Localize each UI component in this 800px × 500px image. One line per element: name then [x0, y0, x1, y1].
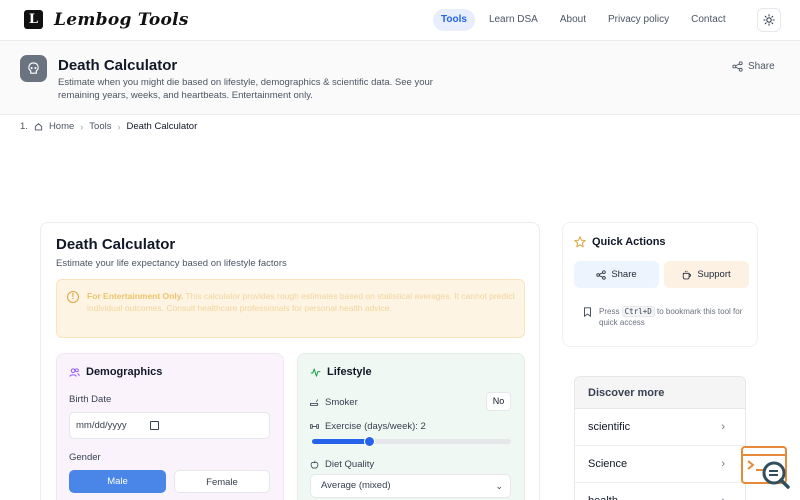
demographics-title: Demographics	[69, 366, 162, 378]
nav-link-contact[interactable]: Contact	[683, 9, 733, 31]
exercise-label: Exercise (days/week): 2	[325, 421, 426, 432]
activity-icon	[310, 368, 321, 377]
discover-item-health[interactable]: health ›	[575, 483, 745, 500]
diet-label: Diet Quality	[325, 459, 375, 470]
share-icon	[732, 61, 743, 72]
discover-item-label: Science	[588, 458, 628, 470]
sun-icon	[763, 14, 775, 26]
discover-item-science[interactable]: Science ›	[575, 446, 745, 483]
gender-female-button[interactable]: Female	[174, 470, 270, 493]
demographics-panel: Demographics Birth Date mm/dd/yyyy Gende…	[56, 353, 284, 500]
smoker-label: Smoker	[325, 397, 358, 408]
diet-quality-value: Average (mixed)	[321, 480, 391, 491]
calculator-card: Death Calculator Estimate your life expe…	[40, 222, 540, 500]
bookmark-hint-text: Press Ctrl+D to bookmark this tool for q…	[599, 306, 749, 328]
breadcrumb: 1. Home › Tools › Death Calculator	[20, 121, 197, 132]
exercise-slider[interactable]	[312, 436, 511, 447]
nav-links: Tools Learn DSA About Privacy policy Con…	[433, 9, 740, 31]
chevron-down-icon: ⌄	[495, 481, 503, 491]
chevron-right-icon: ›	[117, 121, 121, 132]
tool-header: Death Calculator Estimate when you might…	[0, 41, 800, 115]
nav-link-about[interactable]: About	[552, 9, 594, 31]
shortcut-key: Ctrl+D	[621, 306, 655, 317]
logo-icon[interactable]: L	[24, 10, 43, 29]
disclaimer-text: For Entertainment Only. This calculator …	[87, 290, 517, 314]
nav-link-privacy[interactable]: Privacy policy	[600, 9, 677, 31]
chevron-right-icon: ›	[721, 458, 725, 470]
discover-item-scientific[interactable]: scientific ›	[575, 409, 745, 446]
warning-icon: !	[67, 291, 79, 303]
bookmark-hint-pre: Press	[599, 307, 622, 316]
discover-item-label: health	[588, 495, 618, 500]
diet-row: Diet Quality	[310, 459, 374, 470]
page-title: Death Calculator	[58, 57, 178, 74]
nav-link-tools[interactable]: Tools	[433, 9, 475, 31]
breadcrumb-index: 1.	[20, 121, 28, 132]
top-nav: L Lembog Tools Tools Learn DSA About Pri…	[0, 0, 800, 41]
chevron-right-icon: ›	[80, 121, 84, 132]
search-assistant-icon[interactable]	[740, 445, 792, 491]
disclaimer-bold: For Entertainment Only.	[87, 291, 184, 301]
lifestyle-panel: Lifestyle Smoker No Exercise (days/week)…	[297, 353, 525, 500]
lifestyle-title-text: Lifestyle	[327, 366, 372, 378]
diet-quality-select[interactable]: Average (mixed) ⌄	[310, 474, 511, 498]
share-icon	[596, 269, 606, 280]
demographics-title-text: Demographics	[86, 366, 163, 378]
quick-actions-card: Quick Actions Share Support Press Ctrl+D…	[562, 222, 758, 347]
gender-label: Gender	[69, 452, 101, 463]
theme-toggle-button[interactable]	[757, 8, 781, 32]
header-share-label: Share	[748, 61, 775, 72]
birth-date-input[interactable]: mm/dd/yyyy	[69, 412, 270, 439]
chevron-right-icon: ›	[721, 483, 725, 500]
quick-share-button[interactable]: Share	[574, 261, 659, 288]
exercise-row: Exercise (days/week): 2	[310, 421, 426, 432]
page-description: Estimate when you might die based on lif…	[58, 77, 433, 101]
support-button[interactable]: Support	[664, 261, 749, 288]
brand-name[interactable]: Lembog Tools	[54, 10, 189, 30]
quick-actions-title-text: Quick Actions	[592, 236, 666, 248]
exercise-slider-handle[interactable]	[363, 436, 375, 447]
quick-share-label: Share	[611, 269, 637, 280]
breadcrumb-tools[interactable]: Tools	[89, 121, 111, 132]
smoker-toggle-button[interactable]: No	[486, 392, 511, 411]
cigarette-icon	[310, 399, 319, 406]
lifestyle-title: Lifestyle	[310, 366, 372, 378]
birth-date-placeholder: mm/dd/yyyy	[76, 420, 127, 431]
discover-more-title: Discover more	[575, 377, 745, 409]
support-label: Support	[697, 269, 731, 280]
users-icon	[69, 367, 80, 377]
dumbbell-icon	[310, 424, 319, 429]
discover-more-card: Discover more scientific › Science › hea…	[574, 376, 746, 500]
quick-actions-title: Quick Actions	[574, 236, 666, 248]
discover-item-label: scientific	[588, 421, 631, 433]
breadcrumb-current: Death Calculator	[126, 121, 198, 132]
exercise-slider-fill	[312, 439, 369, 444]
header-share-button[interactable]: Share	[732, 61, 775, 72]
birth-date-label: Birth Date	[69, 394, 112, 405]
coffee-icon	[683, 270, 692, 279]
star-icon	[574, 236, 586, 248]
disclaimer-alert: ! For Entertainment Only. This calculato…	[56, 279, 525, 338]
calendar-icon[interactable]	[150, 421, 159, 430]
smoker-row: Smoker	[310, 397, 358, 408]
gender-male-button[interactable]: Male	[69, 470, 166, 493]
apple-icon	[310, 460, 319, 469]
chevron-right-icon: ›	[721, 421, 725, 433]
home-icon	[34, 123, 43, 131]
breadcrumb-home[interactable]: Home	[49, 121, 74, 132]
bookmark-icon	[584, 307, 591, 317]
skull-icon	[20, 55, 47, 82]
calculator-title: Death Calculator	[56, 236, 176, 253]
nav-link-learn-dsa[interactable]: Learn DSA	[481, 9, 546, 31]
calculator-subtitle: Estimate your life expectancy based on l…	[56, 258, 287, 269]
